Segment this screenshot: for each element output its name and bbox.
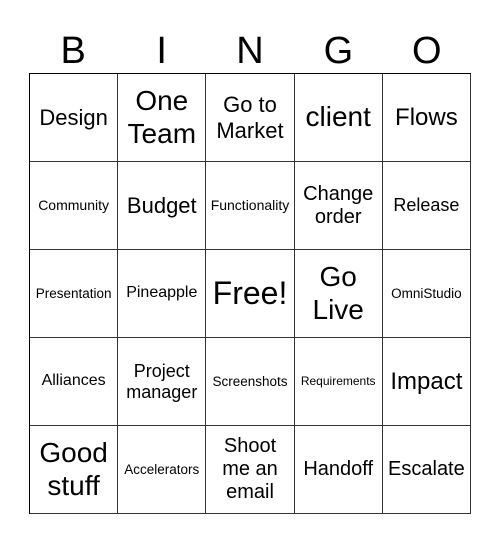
- bingo-cell[interactable]: Release: [382, 162, 471, 250]
- bingo-cell[interactable]: client: [294, 74, 383, 162]
- header-letter-o: O: [412, 30, 442, 72]
- bingo-grid: Design One Team Go to Market client Flow…: [29, 73, 471, 514]
- bingo-cell[interactable]: Budget: [118, 162, 207, 250]
- bingo-cell[interactable]: Shoot me an email: [206, 426, 295, 514]
- bingo-cell[interactable]: Good stuff: [30, 426, 119, 514]
- bingo-cell[interactable]: Screenshots: [206, 338, 295, 426]
- bingo-cell[interactable]: Flows: [382, 74, 471, 162]
- bingo-cell[interactable]: One Team: [118, 74, 207, 162]
- bingo-cell[interactable]: Accelerators: [118, 426, 207, 514]
- header-letter-b: B: [60, 30, 86, 72]
- bingo-header: B I N G O: [29, 30, 471, 72]
- bingo-cell[interactable]: Pineapple: [118, 250, 207, 338]
- bingo-cell[interactable]: Functionality: [206, 162, 295, 250]
- bingo-cell[interactable]: Project manager: [118, 338, 207, 426]
- header-letter-i: I: [156, 30, 167, 72]
- bingo-cell[interactable]: Community: [30, 162, 119, 250]
- bingo-cell[interactable]: Requirements: [294, 338, 383, 426]
- bingo-cell[interactable]: Presentation: [30, 250, 119, 338]
- bingo-cell[interactable]: Go to Market: [206, 74, 295, 162]
- header-letter-g: G: [323, 30, 354, 72]
- bingo-cell[interactable]: Escalate: [382, 426, 471, 514]
- bingo-cell[interactable]: OmniStudio: [382, 250, 471, 338]
- bingo-cell[interactable]: Design: [30, 74, 119, 162]
- free-space-cell[interactable]: Free!: [206, 250, 295, 338]
- bingo-cell[interactable]: Impact: [382, 338, 471, 426]
- bingo-cell[interactable]: Handoff: [294, 426, 383, 514]
- bingo-cell[interactable]: Alliances: [30, 338, 119, 426]
- bingo-cell[interactable]: Go Live: [294, 250, 383, 338]
- bingo-cell[interactable]: Change order: [294, 162, 383, 250]
- header-letter-n: N: [236, 30, 264, 72]
